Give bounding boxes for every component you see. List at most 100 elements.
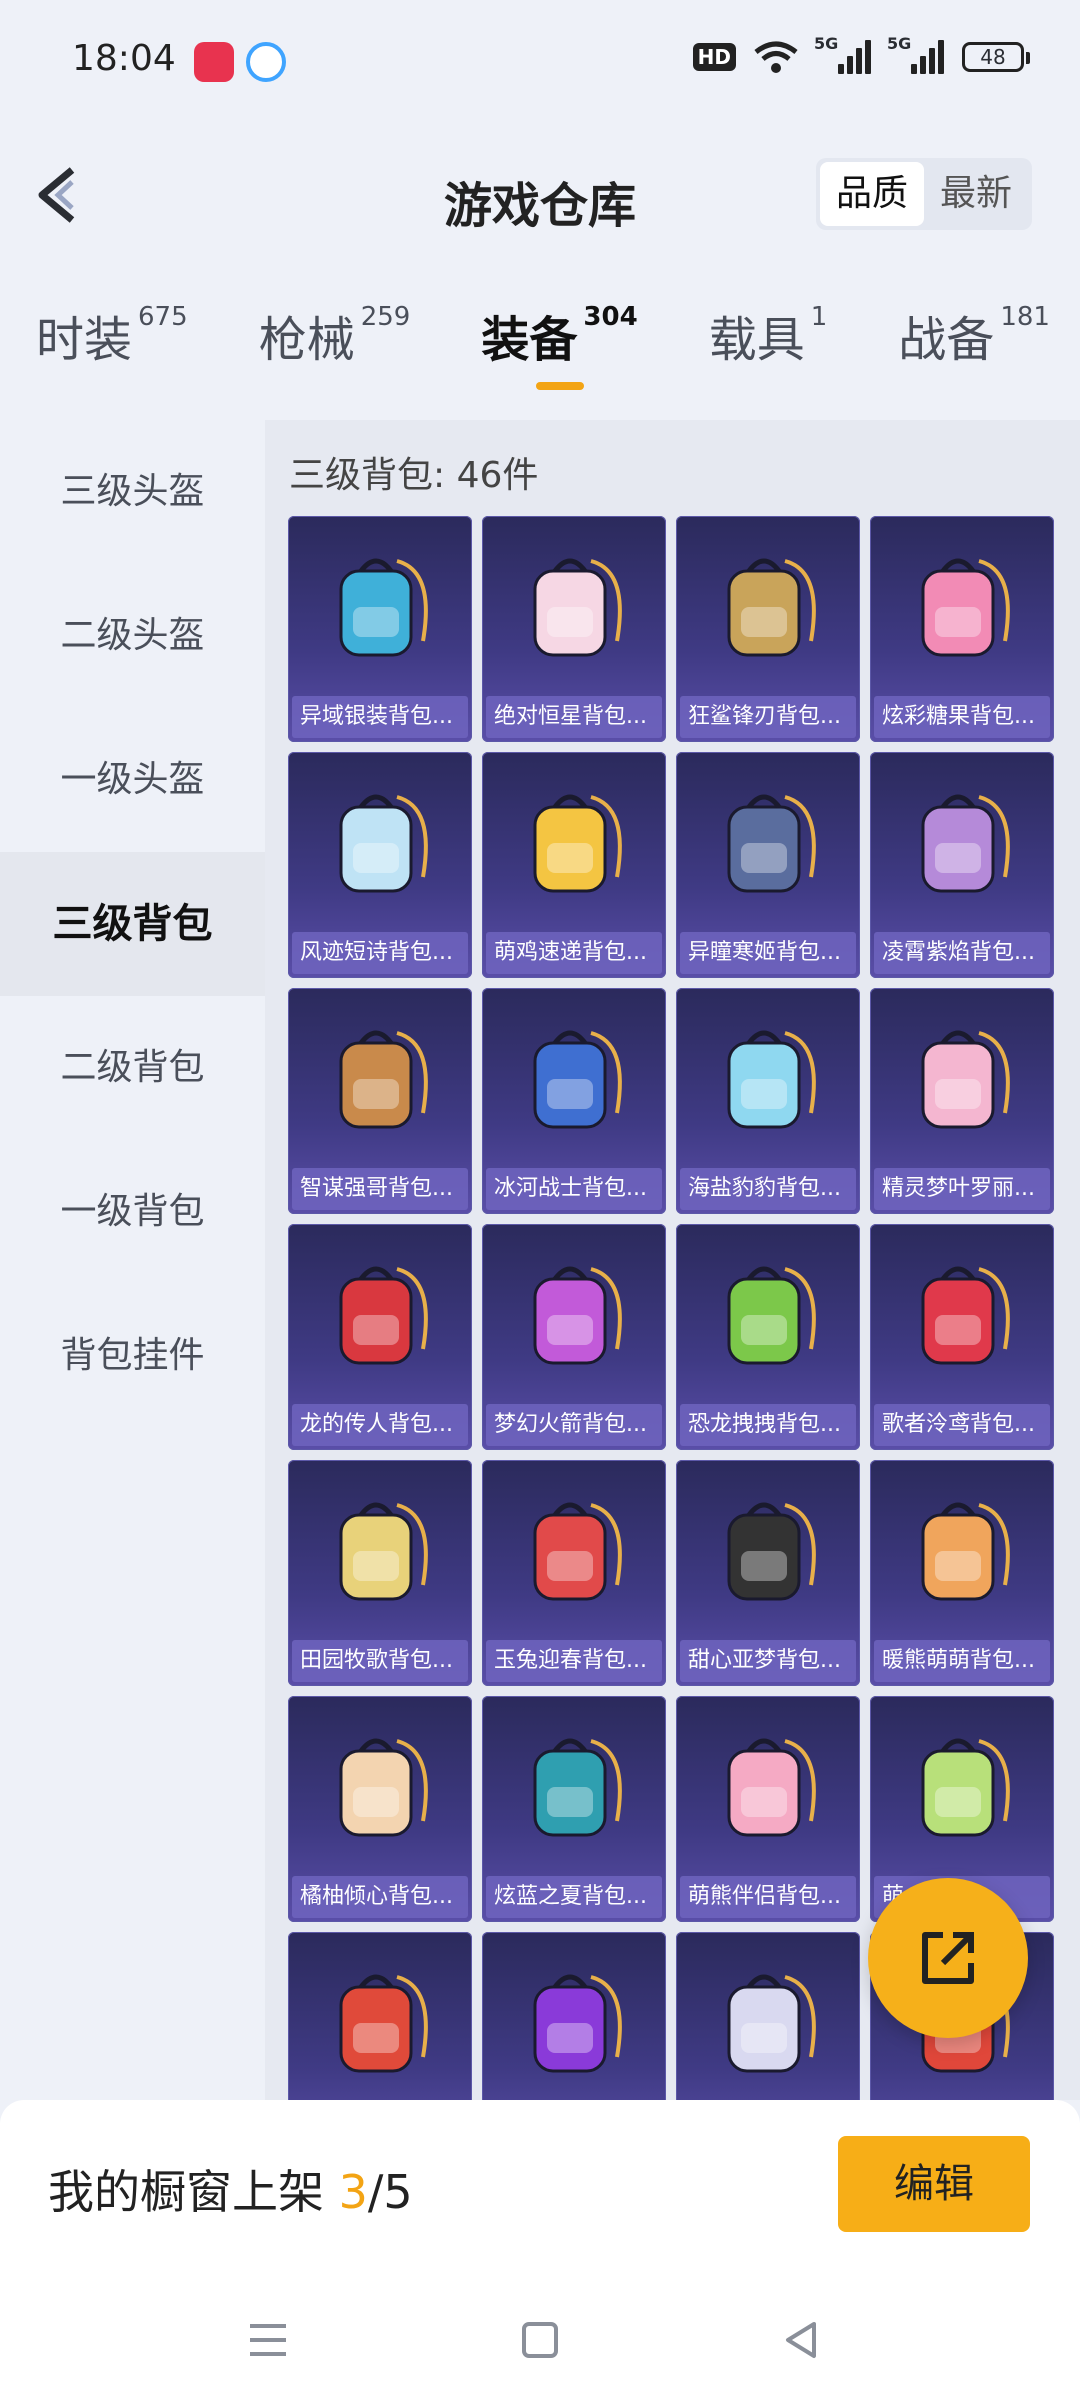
backpack-item-card[interactable]: 玉兔迎春背包... [482, 1460, 666, 1686]
tab-supplies[interactable]: 战备 181 [898, 300, 1050, 410]
backpack-item-card[interactable]: 甜心亚梦背包... [676, 1460, 860, 1686]
status-time: 18:04 [72, 38, 176, 79]
backpack-image [870, 516, 1054, 696]
sort-toggle: 品质 最新 [815, 158, 1032, 230]
status-indicators: HD 5G 5G 48 [692, 34, 1030, 74]
battery-icon: 48 [962, 42, 1030, 72]
backpack-image [288, 1460, 472, 1640]
showcase-current-count: 3 [338, 2165, 368, 2219]
sidebar-item-backpack-2[interactable]: 二级背包 [0, 996, 265, 1140]
backpack-item-card[interactable]: 异瞳寒姬背包... [676, 752, 860, 978]
backpack-item-card[interactable] [676, 1932, 860, 2100]
menu-nav-button[interactable] [238, 2310, 298, 2370]
backpack-item-name: 田园牧歌背包... [292, 1640, 468, 1682]
backpack-image [288, 988, 472, 1168]
menu-icon [250, 2324, 286, 2356]
tab-guns[interactable]: 枪械 259 [259, 300, 411, 410]
system-nav-bar [0, 2270, 1080, 2400]
backpack-item-card[interactable]: 异域银装背包... [288, 516, 472, 742]
backpack-item-card[interactable]: 炫蓝之夏背包... [482, 1696, 666, 1922]
sidebar-item-backpack-1[interactable]: 一级背包 [0, 1140, 265, 1284]
backpack-image [482, 1932, 666, 2100]
backpack-item-card[interactable]: 梦幻火箭背包... [482, 1224, 666, 1450]
backpack-item-card[interactable]: 智谋强哥背包... [288, 988, 472, 1214]
backpack-image [482, 752, 666, 932]
backpack-item-card[interactable]: 精灵梦叶罗丽... [870, 988, 1054, 1214]
share-button[interactable] [868, 1878, 1028, 2038]
backpack-item-name: 恐龙拽拽背包... [680, 1404, 856, 1446]
backpack-item-card[interactable]: 歌者泠鸢背包... [870, 1224, 1054, 1450]
backpack-item-name: 炫彩糖果背包... [874, 696, 1050, 738]
backpack-item-card[interactable]: 萌熊伴侣背包... [676, 1696, 860, 1922]
backpack-image [482, 1696, 666, 1876]
tab-fashion[interactable]: 时装 675 [36, 300, 188, 410]
sidebar-item-backpack-pendant[interactable]: 背包挂件 [0, 1284, 265, 1428]
backpack-item-name: 梦幻火箭背包... [486, 1404, 662, 1446]
backpack-item-card[interactable]: 萌鸡速递背包... [482, 752, 666, 978]
backpack-image [676, 1224, 860, 1404]
sort-newest-option[interactable]: 最新 [924, 162, 1028, 226]
hd-icon: HD [692, 43, 736, 71]
back-nav-button[interactable] [772, 2310, 832, 2370]
backpack-item-name: 冰河战士背包... [486, 1168, 662, 1210]
backpack-item-card[interactable]: 风迹短诗背包... [288, 752, 472, 978]
backpack-image [288, 752, 472, 932]
backpack-item-card[interactable] [288, 1932, 472, 2100]
backpack-image [676, 1460, 860, 1640]
backpack-image [676, 516, 860, 696]
backpack-item-card[interactable]: 暖熊萌萌背包... [870, 1460, 1054, 1686]
signal-icon: 5G [814, 34, 871, 74]
backpack-item-card[interactable]: 海盐豹豹背包... [676, 988, 860, 1214]
backpack-item-card[interactable]: 炫彩糖果背包... [870, 516, 1054, 742]
sidebar-item-helmet-1[interactable]: 一级头盔 [0, 708, 265, 852]
item-panel: 三级背包: 46件 异域银装背包... 绝对恒星背包... 狂鲨锋刃背包... 炫彩糖… [265, 420, 1080, 2100]
backpack-item-name: 海盐豹豹背包... [680, 1168, 856, 1210]
backpack-item-name: 异域银装背包... [292, 696, 468, 738]
header: 游戏仓库 品质 最新 [0, 140, 1080, 250]
backpack-image [288, 1696, 472, 1876]
tab-vehicles[interactable]: 载具 1 [709, 300, 828, 410]
backpack-item-name: 龙的传人背包... [292, 1404, 468, 1446]
backpack-image [676, 1932, 860, 2100]
backpack-item-card[interactable]: 冰河战士背包... [482, 988, 666, 1214]
subcategory-sidebar: 三级头盔 二级头盔 一级头盔 三级背包 二级背包 一级背包 背包挂件 [0, 420, 265, 1428]
backpack-item-card[interactable]: 恐龙拽拽背包... [676, 1224, 860, 1450]
tab-equipment[interactable]: 装备 304 [481, 300, 638, 410]
section-title: 三级背包: 46件 [289, 455, 539, 496]
backpack-item-card[interactable]: 橘柚倾心背包... [288, 1696, 472, 1922]
category-tabs: 时装 675 枪械 259 装备 304 载具 1 战备 181 [0, 300, 1080, 410]
backpack-item-name: 玉兔迎春背包... [486, 1640, 662, 1682]
edit-button[interactable]: 编辑 [838, 2136, 1030, 2232]
backpack-item-name: 歌者泠鸢背包... [874, 1404, 1050, 1446]
backpack-item-name: 精灵梦叶罗丽... [874, 1168, 1050, 1210]
backpack-image [870, 1696, 1054, 1876]
backpack-item-card[interactable]: 凌霄紫焰背包... [870, 752, 1054, 978]
backpack-image [870, 1224, 1054, 1404]
backpack-item-name: 炫蓝之夏背包... [486, 1876, 662, 1918]
item-grid: 异域银装背包... 绝对恒星背包... 狂鲨锋刃背包... 炫彩糖果背包... 风迹短诗… [288, 516, 1054, 2100]
backpack-image [482, 988, 666, 1168]
sidebar-item-helmet-2[interactable]: 二级头盔 [0, 564, 265, 708]
backpack-item-name: 橘柚倾心背包... [292, 1876, 468, 1918]
backpack-item-name: 异瞳寒姬背包... [680, 932, 856, 974]
backpack-item-card[interactable]: 狂鲨锋刃背包... [676, 516, 860, 742]
backpack-image [482, 1460, 666, 1640]
backpack-item-card[interactable]: 田园牧歌背包... [288, 1460, 472, 1686]
home-square-icon [522, 2322, 558, 2358]
backpack-image [288, 516, 472, 696]
sidebar-item-backpack-3[interactable]: 三级背包 [0, 852, 265, 996]
backpack-image [870, 988, 1054, 1168]
backpack-item-card[interactable]: 绝对恒星背包... [482, 516, 666, 742]
home-nav-button[interactable] [510, 2310, 570, 2370]
backpack-item-card[interactable] [482, 1932, 666, 2100]
tab-active-indicator [535, 382, 584, 390]
sidebar-item-helmet-3[interactable]: 三级头盔 [0, 420, 265, 564]
backpack-item-name: 萌鸡速递背包... [486, 932, 662, 974]
sort-quality-option[interactable]: 品质 [819, 162, 924, 226]
backpack-item-name: 狂鲨锋刃背包... [680, 696, 856, 738]
backpack-item-card[interactable]: 龙的传人背包... [288, 1224, 472, 1450]
showcase-status: 我的橱窗上架 3/5 [48, 2165, 413, 2219]
back-triangle-icon [786, 2322, 816, 2358]
backpack-item-name: 凌霄紫焰背包... [874, 932, 1050, 974]
wifi-icon [754, 41, 798, 73]
